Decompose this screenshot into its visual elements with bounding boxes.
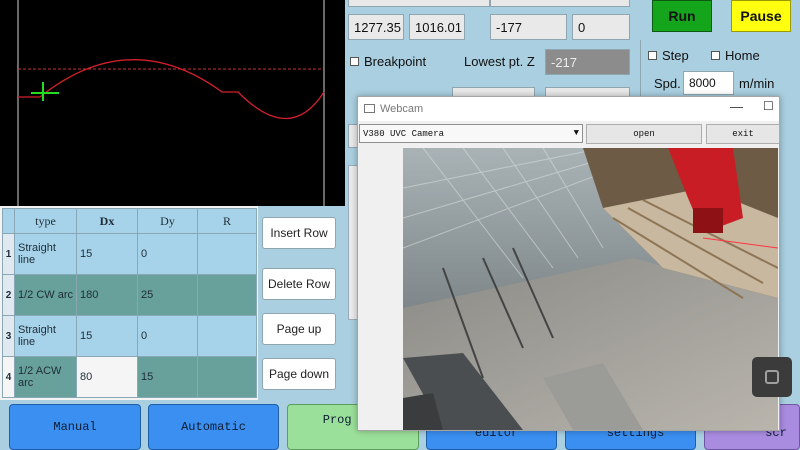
cell-r[interactable]: [197, 356, 257, 398]
hidden-button-edge[interactable]: [452, 87, 535, 96]
breakpoint-checkbox[interactable]: [350, 57, 359, 66]
path-preview: [0, 0, 345, 206]
top-button-edge[interactable]: [348, 0, 490, 7]
minimize-icon[interactable]: —: [730, 99, 743, 114]
table-row[interactable]: 4 1/2 ACW arc 80 15: [2, 356, 257, 398]
cell-type[interactable]: 1/2 ACW arc: [14, 356, 77, 398]
speed-unit: m/min: [739, 76, 775, 91]
lowest-point-value: -217: [545, 49, 630, 75]
camera-feed-image: [403, 148, 778, 430]
chevron-down-icon: ▼: [573, 128, 579, 138]
breakpoint-label: Breakpoint: [364, 54, 427, 69]
floating-screen-button[interactable]: [752, 357, 792, 397]
table-row[interactable]: 1 Straight line 15 0: [2, 233, 257, 275]
path-table: type Dx Dy R 1 Straight line 15 0 2 1/2 …: [2, 208, 257, 398]
path-preview-drawing: [0, 0, 345, 206]
webcam-toolbar: V380 UVC Camera ▼ open exit: [358, 121, 780, 145]
cell-r[interactable]: [197, 233, 257, 275]
coord-x-value: 1277.35: [348, 14, 404, 40]
coord-z-value: -177: [490, 14, 567, 40]
camera-select[interactable]: V380 UVC Camera ▼: [359, 124, 583, 143]
top-button-edge[interactable]: [490, 0, 630, 7]
speed-label: Spd.: [654, 76, 681, 91]
nav-automatic-button[interactable]: Automatic: [148, 404, 279, 450]
camera-select-value: V380 UVC Camera: [363, 128, 445, 139]
home-label: Home: [725, 48, 760, 63]
cell-dy[interactable]: 0: [137, 233, 198, 275]
webcam-window: Webcam — ☐ V380 UVC Camera ▼ open exit: [357, 96, 780, 431]
window-icon: [364, 104, 375, 113]
cell-type[interactable]: 1/2 CW arc: [14, 274, 77, 316]
cell-dx[interactable]: 80: [76, 356, 138, 398]
coord-y-value: 1016.01: [409, 14, 465, 40]
exit-button[interactable]: exit: [706, 124, 780, 144]
webcam-title: Webcam: [380, 103, 424, 115]
pause-button[interactable]: Pause: [731, 0, 791, 32]
webcam-titlebar[interactable]: Webcam — ☐: [358, 97, 779, 121]
cell-dy[interactable]: 15: [137, 356, 198, 398]
lowest-point-label: Lowest pt. Z: [464, 54, 535, 69]
run-button[interactable]: Run: [652, 0, 712, 32]
row-index: 3: [2, 315, 15, 357]
column-header-index: [2, 208, 15, 234]
column-header-r: R: [197, 208, 257, 234]
step-label: Step: [662, 48, 689, 63]
home-checkbox[interactable]: [711, 51, 720, 60]
speed-input[interactable]: 8000: [683, 71, 734, 95]
column-header-type: type: [14, 208, 77, 234]
cell-dx[interactable]: 180: [76, 274, 138, 316]
delete-row-button[interactable]: Delete Row: [262, 268, 336, 300]
row-index: 1: [2, 233, 15, 275]
cell-r[interactable]: [197, 274, 257, 316]
table-row[interactable]: 3 Straight line 15 0: [2, 315, 257, 357]
path-table-panel: type Dx Dy R 1 Straight line 15 0 2 1/2 …: [0, 206, 258, 400]
column-header-dx: Dx: [76, 208, 138, 234]
cell-type[interactable]: Straight line: [14, 233, 77, 275]
camera-feed: [403, 148, 778, 430]
row-index: 4: [2, 356, 15, 398]
cell-r[interactable]: [197, 315, 257, 357]
table-row[interactable]: 2 1/2 CW arc 180 25: [2, 274, 257, 316]
hidden-button-edge[interactable]: [545, 87, 630, 96]
cell-type[interactable]: Straight line: [14, 315, 77, 357]
open-button[interactable]: open: [586, 124, 702, 144]
row-index: 2: [2, 274, 15, 316]
insert-row-button[interactable]: Insert Row: [262, 217, 336, 249]
maximize-icon[interactable]: ☐: [763, 99, 774, 113]
cell-dy[interactable]: 25: [137, 274, 198, 316]
page-down-button[interactable]: Page down: [262, 358, 336, 390]
nav-manual-button[interactable]: Manual: [9, 404, 141, 450]
cell-dx[interactable]: 15: [76, 315, 138, 357]
step-checkbox[interactable]: [648, 51, 657, 60]
page-up-button[interactable]: Page up: [262, 313, 336, 345]
cell-dx[interactable]: 15: [76, 233, 138, 275]
column-header-dy: Dy: [137, 208, 198, 234]
coord-a-value: 0: [572, 14, 630, 40]
screen-icon: [765, 370, 779, 384]
cell-dy[interactable]: 0: [137, 315, 198, 357]
